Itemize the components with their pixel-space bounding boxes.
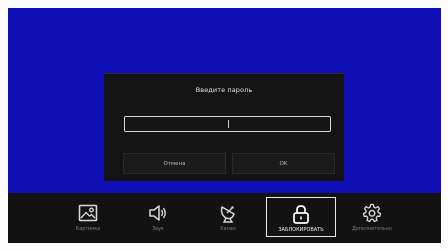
menu-item-sound[interactable]: Звук	[122, 193, 194, 243]
menu-item-label: Картинка	[75, 227, 101, 232]
menu-item-label: Звук	[152, 227, 164, 232]
dialog-title: Введите пароль	[195, 86, 253, 94]
speaker-icon	[148, 203, 168, 223]
lock-icon	[291, 204, 311, 224]
ok-button[interactable]: OK	[232, 153, 335, 174]
password-input[interactable]	[124, 116, 331, 132]
text-cursor	[227, 120, 229, 128]
menu-item-picture[interactable]: Картинка	[52, 193, 124, 243]
menu-item-lock[interactable]: ЗАБЛОКИРОВАТЬ	[266, 197, 336, 237]
password-dialog: Введите пароль Отмена OK	[104, 73, 344, 181]
menu-item-advanced[interactable]: Дополнительно	[336, 193, 408, 243]
menu-item-label: Канал	[220, 227, 236, 232]
satellite-dish-icon	[218, 203, 238, 223]
cancel-button[interactable]: Отмена	[123, 153, 226, 174]
picture-icon	[78, 203, 98, 223]
tv-screen: Введите пароль Отмена OK Картинка Звук К…	[0, 0, 448, 251]
menu-item-label: Дополнительно	[352, 227, 392, 232]
menu-item-label: ЗАБЛОКИРОВАТЬ	[278, 227, 324, 233]
menu-item-channel[interactable]: Канал	[192, 193, 264, 243]
bottom-menu: Картинка Звук Канал ЗАБЛОКИРОВАТЬ Дополн…	[8, 193, 441, 243]
gear-icon	[362, 203, 382, 223]
